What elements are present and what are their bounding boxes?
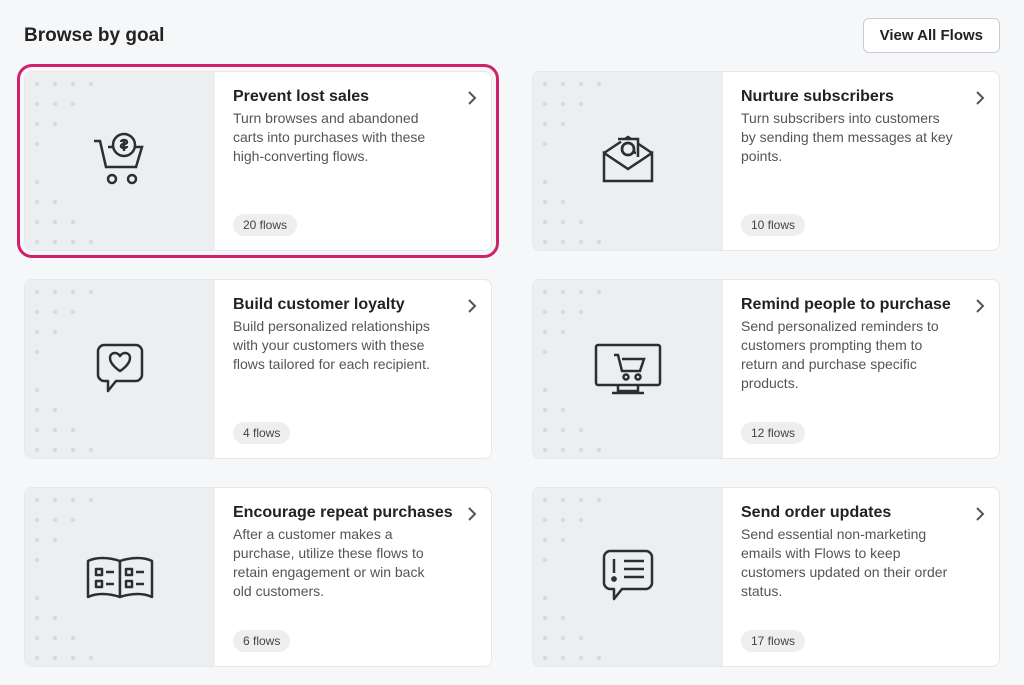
card-icon-area <box>25 72 215 250</box>
card-content: Build customer loyalty Build personalize… <box>215 280 491 458</box>
card-icon-area <box>25 280 215 458</box>
chevron-right-icon <box>467 506 477 522</box>
card-title: Prevent lost sales <box>233 88 473 106</box>
chevron-right-icon <box>467 90 477 106</box>
goal-card-build-loyalty[interactable]: Build customer loyalty Build personalize… <box>24 279 492 459</box>
goal-card-remind-purchase[interactable]: Remind people to purchase Send personali… <box>532 279 1000 459</box>
card-icon-area <box>533 488 723 666</box>
page-title: Browse by goal <box>24 25 164 47</box>
card-icon-area <box>25 488 215 666</box>
flow-count-badge: 12 flows <box>741 422 805 444</box>
alert-bubble-icon <box>596 545 660 609</box>
chevron-right-icon <box>467 298 477 314</box>
cart-dollar-icon <box>88 129 152 193</box>
goal-card-repeat-purchases[interactable]: Encourage repeat purchases After a custo… <box>24 487 492 667</box>
catalog-book-icon <box>82 549 158 605</box>
card-content: Prevent lost sales Turn browses and aban… <box>215 72 491 250</box>
chevron-right-icon <box>975 90 985 106</box>
card-title: Encourage repeat purchases <box>233 504 473 522</box>
card-content: Remind people to purchase Send personali… <box>723 280 999 458</box>
goal-card-prevent-lost-sales[interactable]: Prevent lost sales Turn browses and aban… <box>24 71 492 251</box>
card-content: Nurture subscribers Turn subscribers int… <box>723 72 999 250</box>
card-description: Send personalized reminders to customers… <box>741 317 981 393</box>
card-icon-area <box>533 72 723 250</box>
card-title: Build customer loyalty <box>233 296 473 314</box>
chevron-right-icon <box>975 506 985 522</box>
flow-count-badge: 20 flows <box>233 214 297 236</box>
view-all-flows-button[interactable]: View All Flows <box>863 18 1000 53</box>
envelope-at-icon <box>596 129 660 193</box>
goal-grid: Prevent lost sales Turn browses and aban… <box>24 71 1000 667</box>
card-description: Turn browses and abandoned carts into pu… <box>233 109 473 166</box>
monitor-cart-icon <box>590 341 666 397</box>
flow-count-badge: 10 flows <box>741 214 805 236</box>
goal-card-nurture-subscribers[interactable]: Nurture subscribers Turn subscribers int… <box>532 71 1000 251</box>
flow-count-badge: 6 flows <box>233 630 290 652</box>
card-description: After a customer makes a purchase, utili… <box>233 525 473 601</box>
card-title: Remind people to purchase <box>741 296 981 314</box>
card-content: Encourage repeat purchases After a custo… <box>215 488 491 666</box>
card-description: Build personalized relationships with yo… <box>233 317 473 374</box>
card-icon-area <box>533 280 723 458</box>
card-description: Send essential non-marketing emails with… <box>741 525 981 601</box>
heart-bubble-icon <box>88 337 152 401</box>
card-content: Send order updates Send essential non-ma… <box>723 488 999 666</box>
card-title: Send order updates <box>741 504 981 522</box>
chevron-right-icon <box>975 298 985 314</box>
flow-count-badge: 4 flows <box>233 422 290 444</box>
card-title: Nurture subscribers <box>741 88 981 106</box>
flow-count-badge: 17 flows <box>741 630 805 652</box>
card-description: Turn subscribers into customers by sendi… <box>741 109 981 166</box>
goal-card-order-updates[interactable]: Send order updates Send essential non-ma… <box>532 487 1000 667</box>
